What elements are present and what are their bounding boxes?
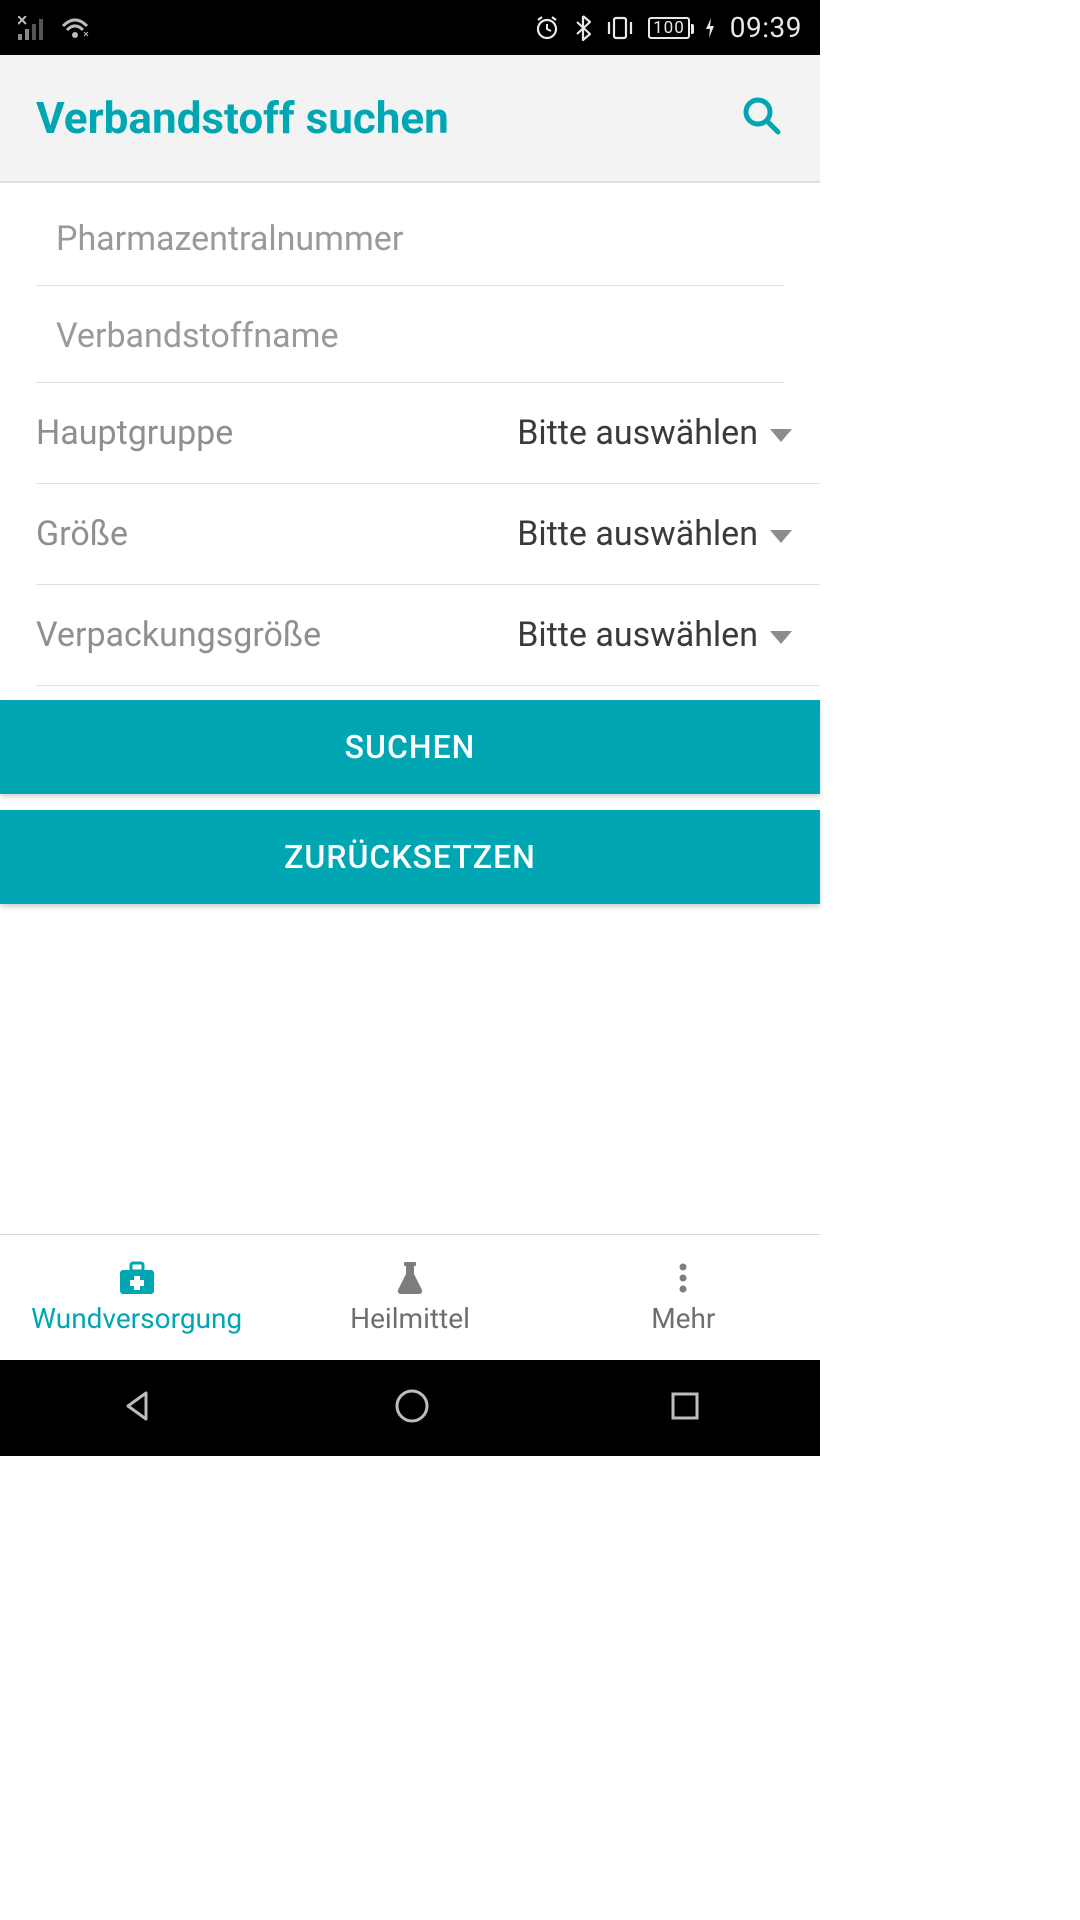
app-bar: Verbandstoff suchen xyxy=(0,55,820,183)
more-icon xyxy=(677,1260,689,1296)
main-group-label: Hauptgruppe xyxy=(36,413,233,453)
tab-remedies-label: Heilmittel xyxy=(350,1302,470,1335)
pharma-number-field[interactable]: Pharmazentralnummer xyxy=(36,183,784,286)
home-button[interactable] xyxy=(392,1386,432,1430)
tab-wound-care[interactable]: Wundversorgung xyxy=(0,1235,273,1360)
dressing-name-placeholder: Verbandstoffname xyxy=(56,316,784,356)
chevron-down-icon xyxy=(770,429,792,442)
search-button[interactable]: SUCHEN xyxy=(0,700,820,794)
tab-wound-care-label: Wundversorgung xyxy=(31,1302,242,1335)
tab-more-label: Mehr xyxy=(651,1302,715,1335)
vibrate-icon xyxy=(606,15,634,41)
chevron-down-icon xyxy=(770,530,792,543)
bluetooth-icon xyxy=(574,14,592,42)
signal-icon xyxy=(18,16,46,40)
dressing-name-field[interactable]: Verbandstoffname xyxy=(36,286,784,383)
package-size-label: Verpackungsgröße xyxy=(36,615,321,655)
back-button[interactable] xyxy=(118,1387,156,1429)
medkit-icon xyxy=(116,1260,158,1296)
charging-icon xyxy=(704,16,716,40)
package-size-select[interactable]: Verpackungsgröße Bitte auswählen xyxy=(36,585,820,686)
bottom-nav: Wundversorgung Heilmittel Mehr xyxy=(0,1234,820,1360)
size-value: Bitte auswählen xyxy=(517,514,758,554)
main-group-value: Bitte auswählen xyxy=(517,413,758,453)
search-form: Pharmazentralnummer Verbandstoffname Hau… xyxy=(0,183,820,920)
recent-apps-button[interactable] xyxy=(668,1389,702,1427)
reset-button[interactable]: ZURÜCKSETZEN xyxy=(0,810,820,904)
flask-icon xyxy=(392,1260,428,1296)
page-title: Verbandstoff suchen xyxy=(36,92,449,144)
battery-text: 100 xyxy=(653,19,685,37)
size-select[interactable]: Größe Bitte auswählen xyxy=(36,484,820,585)
tab-remedies[interactable]: Heilmittel xyxy=(273,1235,546,1360)
main-group-select[interactable]: Hauptgruppe Bitte auswählen xyxy=(36,383,820,484)
status-clock: 09:39 xyxy=(730,11,802,44)
status-bar: 100 09:39 xyxy=(0,0,820,55)
empty-space xyxy=(0,920,820,1234)
pharma-number-placeholder: Pharmazentralnummer xyxy=(56,219,784,259)
wifi-icon xyxy=(60,16,90,40)
system-nav-bar xyxy=(0,1360,820,1456)
size-label: Größe xyxy=(36,514,128,554)
package-size-value: Bitte auswählen xyxy=(517,615,758,655)
search-icon[interactable] xyxy=(740,94,784,142)
battery-icon: 100 xyxy=(648,17,690,39)
tab-more[interactable]: Mehr xyxy=(547,1235,820,1360)
chevron-down-icon xyxy=(770,631,792,644)
alarm-icon xyxy=(534,15,560,41)
